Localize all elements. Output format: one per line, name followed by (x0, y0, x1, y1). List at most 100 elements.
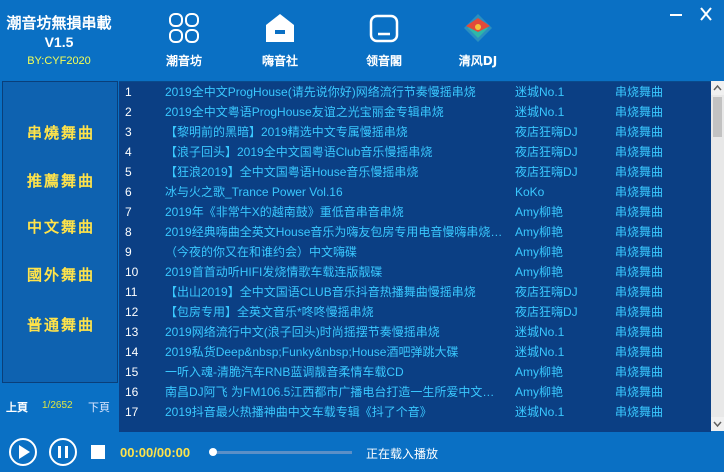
song-row[interactable]: 11 【出山2019】全中文国语CLUB音乐抖音热播舞曲慢摇串烧 夜店狂嗨DJ 串烧舞… (119, 282, 711, 302)
chevron-down-icon (713, 421, 722, 428)
close-button[interactable] (694, 4, 718, 24)
nav-button-qingfengdj[interactable]: 清风DJ (446, 6, 510, 72)
song-artist: Amy柳艳 (515, 385, 564, 399)
nav-button-lingyinge[interactable]: 领音閣 (352, 6, 416, 72)
song-genre: 串烧舞曲 (615, 405, 664, 419)
scroll-down-button[interactable] (711, 417, 724, 431)
close-icon (700, 7, 712, 21)
song-row[interactable]: 13 2019网络流行中文(浪子回头)时尚摇摆节奏慢摇串烧 迷城No.1 串烧舞曲 (119, 322, 711, 342)
minimize-button[interactable] (664, 4, 688, 24)
nav-label: 潮音坊 (165, 54, 202, 68)
app-window: 潮音坊無損串載 V1.5 BY:CYF2020 潮音坊 嗨音社 领音閣 清风DJ… (0, 0, 724, 472)
app-title-box: 潮音坊無損串載 V1.5 BY:CYF2020 (0, 0, 118, 80)
song-row[interactable]: 10 2019首首动听HIFI发烧情歌车载连版靓碟 Amy柳艳 串烧舞曲 (119, 262, 711, 282)
song-number: 9 (125, 245, 132, 259)
song-title: 2019私货Deep&nbsp;Funky&nbsp;House酒吧弹跳大碟 (165, 345, 459, 359)
song-title: 南昌DJ阿飞 为FM106.5江西都市广播电台打造一生所爱中文… (165, 385, 495, 399)
song-genre: 串烧舞曲 (615, 225, 664, 239)
song-genre: 串烧舞曲 (615, 145, 664, 159)
pager: 上頁 1/2652 下頁 (2, 395, 118, 417)
song-row[interactable]: 9 （今夜的你又在和谁约会）中文嗨碟 Amy柳艳 串烧舞曲 (119, 242, 711, 262)
song-row[interactable]: 4 【浪子回头】2019全中文国粤语Club音乐慢摇串烧 夜店狂嗨DJ 串烧舞曲 (119, 142, 711, 162)
song-title: 【出山2019】全中文国语CLUB音乐抖音热播舞曲慢摇串烧 (165, 285, 476, 299)
player-bar: 00:00/00:00 正在载入播放 (0, 433, 724, 472)
song-number: 10 (125, 265, 139, 279)
song-row[interactable]: 5 【狂浪2019】全中文国粤语House音乐慢摇串烧 夜店狂嗨DJ 串烧舞曲 (119, 162, 711, 182)
song-genre: 串烧舞曲 (615, 265, 664, 279)
category-item[interactable]: 中文舞曲 (3, 216, 119, 237)
song-row[interactable]: 16 南昌DJ阿飞 为FM106.5江西都市广播电台打造一生所爱中文… Amy柳艳 串… (119, 382, 711, 402)
song-number: 4 (125, 145, 132, 159)
app-title: 潮音坊無損串載 (6, 14, 112, 32)
song-row[interactable]: 2 2019全中文粤语ProgHouse友谊之光宝丽金专辑串烧 迷城No.1 串烧舞曲 (119, 102, 711, 122)
song-number: 8 (125, 225, 132, 239)
song-title: 2019全中文粤语ProgHouse友谊之光宝丽金专辑串烧 (165, 105, 444, 119)
song-row[interactable]: 7 2019年《非常牛X的越南鼓》重低音串音串烧 Amy柳艳 串烧舞曲 (119, 202, 711, 222)
category-item[interactable]: 串燒舞曲 (3, 122, 119, 143)
scroll-up-button[interactable] (711, 81, 724, 95)
play-button[interactable] (9, 438, 37, 466)
song-genre: 串烧舞曲 (615, 205, 664, 219)
song-artist: 迷城No.1 (515, 325, 565, 339)
minimize-icon (670, 14, 682, 16)
song-row[interactable]: 12 【包房专用】全英文音乐*咚咚慢摇串烧 夜店狂嗨DJ 串烧舞曲 (119, 302, 711, 322)
song-genre: 串烧舞曲 (615, 165, 664, 179)
song-number: 6 (125, 185, 132, 199)
song-row[interactable]: 1 2019全中文ProgHouse(请先说你好)网络流行节奏慢摇串烧 迷城No.1… (119, 82, 711, 102)
song-artist: 夜店狂嗨DJ (515, 145, 578, 159)
song-artist: 夜店狂嗨DJ (515, 125, 578, 139)
song-title: 【黎明前的黑暗】2019精选中文专属慢摇串烧 (165, 125, 408, 139)
song-genre: 串烧舞曲 (615, 305, 664, 319)
song-number: 17 (125, 405, 139, 419)
song-title: 2019抖音最火热播神曲中文车载专辑《抖了个音》 (165, 405, 432, 419)
nav-button-haiyinshe[interactable]: 嗨音社 (248, 6, 312, 72)
category-item[interactable]: 普通舞曲 (3, 314, 119, 335)
app-version: V1.5 (44, 34, 74, 50)
box-icon (369, 14, 399, 43)
song-number: 2 (125, 105, 132, 119)
song-number: 3 (125, 125, 132, 139)
song-artist: 夜店狂嗨DJ (515, 165, 578, 179)
nav-button-chaoyinfang[interactable]: 潮音坊 (152, 6, 216, 72)
stop-button[interactable] (91, 445, 105, 459)
song-title: 2019经典嗨曲全英文House音乐为嗨友包房专用电音慢嗨串烧… (165, 225, 503, 239)
song-genre: 串烧舞曲 (615, 345, 664, 359)
song-title: 一听入魂-清脆汽车RNB蓝调靓音柔情车载CD (165, 365, 404, 379)
scroll-thumb[interactable] (713, 97, 722, 137)
song-row[interactable]: 15 一听入魂-清脆汽车RNB蓝调靓音柔情车载CD Amy柳艳 串烧舞曲 (119, 362, 711, 382)
progress-slider[interactable] (209, 448, 352, 456)
song-row[interactable]: 8 2019经典嗨曲全英文House音乐为嗨友包房专用电音慢嗨串烧… Amy柳艳 串烧… (119, 222, 711, 242)
song-artist: 迷城No.1 (515, 105, 565, 119)
song-genre: 串烧舞曲 (615, 125, 664, 139)
pause-button[interactable] (49, 438, 77, 466)
song-number: 14 (125, 345, 139, 359)
next-page-button[interactable]: 下頁 (88, 399, 110, 415)
song-row[interactable]: 17 2019抖音最火热播神曲中文车载专辑《抖了个音》 迷城No.1 串烧舞曲 (119, 402, 711, 422)
category-list: 串燒舞曲 推薦舞曲 中文舞曲 國外舞曲 普通舞曲 (2, 81, 118, 383)
song-artist: Amy柳艳 (515, 365, 564, 379)
song-number: 16 (125, 385, 139, 399)
song-list-scrollbar[interactable] (711, 81, 724, 431)
song-title: 【狂浪2019】全中文国粤语House音乐慢摇串烧 (165, 165, 419, 179)
song-artist: 迷城No.1 (515, 85, 565, 99)
grid-icon (169, 13, 199, 43)
song-row[interactable]: 3 【黎明前的黑暗】2019精选中文专属慢摇串烧 夜店狂嗨DJ 串烧舞曲 (119, 122, 711, 142)
song-artist: KoKo (515, 185, 545, 199)
song-title: 2019年《非常牛X的越南鼓》重低音串音串烧 (165, 205, 404, 219)
song-number: 15 (125, 365, 139, 379)
category-item[interactable]: 推薦舞曲 (3, 170, 119, 191)
song-title: 2019首首动听HIFI发烧情歌车载连版靓碟 (165, 265, 383, 279)
prev-page-button[interactable]: 上頁 (6, 399, 28, 415)
nav-label: 领音閣 (365, 54, 402, 68)
progress-knob[interactable] (209, 448, 217, 456)
song-number: 13 (125, 325, 139, 339)
pause-icon (58, 446, 68, 458)
song-title: 2019全中文ProgHouse(请先说你好)网络流行节奏慢摇串烧 (165, 85, 476, 99)
song-artist: 夜店狂嗨DJ (515, 305, 578, 319)
song-row[interactable]: 6 冰与火之歌_Trance Power Vol.16 KoKo 串烧舞曲 (119, 182, 711, 202)
category-item[interactable]: 國外舞曲 (3, 264, 119, 285)
song-title: （今夜的你又在和谁约会）中文嗨碟 (165, 245, 358, 259)
play-icon (19, 445, 30, 459)
song-row[interactable]: 14 2019私货Deep&nbsp;Funky&nbsp;House酒吧弹跳大碟… (119, 342, 711, 362)
song-genre: 串烧舞曲 (615, 325, 664, 339)
